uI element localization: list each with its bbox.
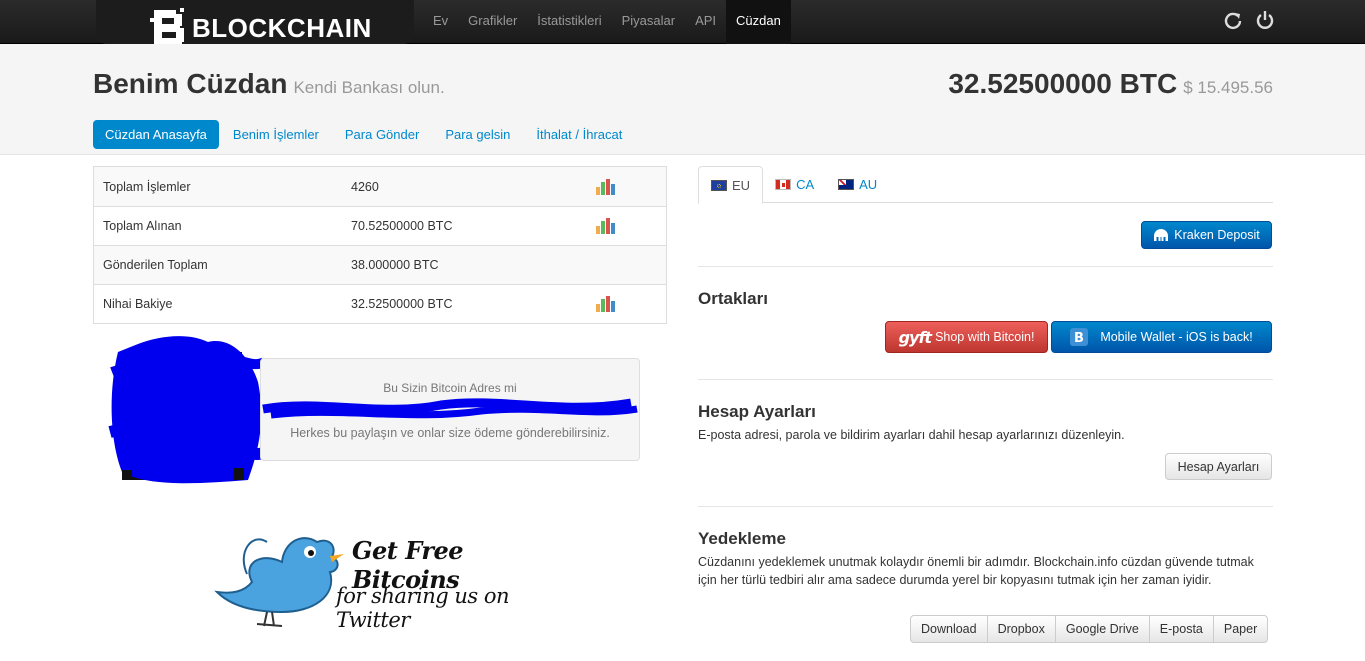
tab-my-transactions[interactable]: Benim İşlemler: [221, 120, 331, 149]
backup-google-drive-button[interactable]: Google Drive: [1054, 615, 1150, 643]
bar-chart-icon[interactable]: [596, 178, 626, 195]
stat-value: 32.52500000 BTC: [351, 297, 453, 311]
region-tabs: EU CA AU: [698, 166, 1273, 204]
stat-label: Gönderilen Toplam: [103, 258, 208, 272]
tab-region-eu[interactable]: EU: [698, 166, 764, 204]
address-title: Bu Sizin Bitcoin Adres mi: [383, 381, 517, 395]
mobile-wallet-label: Mobile Wallet - iOS is back!: [1100, 330, 1253, 344]
blockchain-b-icon: B: [1070, 328, 1089, 346]
gyft-shop-button[interactable]: gyft Shop with Bitcoin!: [885, 321, 1048, 353]
table-row: Toplam Alınan 70.52500000 BTC: [94, 206, 666, 245]
stat-value: 70.52500000 BTC: [351, 219, 453, 233]
power-icon[interactable]: [1255, 10, 1275, 30]
wallet-stats-table: Toplam İşlemler 4260 Toplam Alınan 70.52…: [93, 166, 667, 324]
wallet-header: Benim Cüzdan Kendi Bankası olun. 32.52500…: [0, 44, 1365, 155]
backup-email-button[interactable]: E-posta: [1148, 615, 1214, 643]
bar-chart-icon[interactable]: [596, 218, 626, 234]
address-help-text: Herkes bu paylaşın ve onlar size ödeme g…: [290, 426, 610, 440]
table-row: Toplam İşlemler 4260: [94, 167, 666, 206]
backup-button-group: Download Dropbox Google Drive E-posta Pa…: [910, 615, 1269, 643]
gyft-logo: gyft: [898, 327, 932, 347]
bitcoin-address-box: Bu Sizin Bitcoin Adres mi Herkes bu payl…: [260, 358, 640, 461]
backup-title: Yedekleme: [698, 529, 786, 548]
twitter-bird-icon: [214, 537, 344, 627]
refresh-icon[interactable]: [1223, 10, 1243, 30]
tab-send-money[interactable]: Para Gönder: [333, 120, 431, 149]
backup-dropbox-button[interactable]: Dropbox: [986, 615, 1056, 643]
tab-import-export[interactable]: İthalat / İhracat: [524, 120, 634, 149]
tab-region-au[interactable]: AU: [826, 166, 889, 203]
main-nav: Ev Grafikler İstatistikleri Piyasalar AP…: [423, 0, 791, 44]
divider: [698, 506, 1273, 507]
table-row: Nihai Bakiye 32.52500000 BTC: [94, 284, 666, 323]
backup-text: Cüzdanını yedeklemek unutmak kolaydır ön…: [698, 555, 1254, 587]
stat-label: Toplam İşlemler: [103, 179, 191, 194]
stat-value: 4260: [351, 179, 379, 194]
brand-name: BLOCKCHAIN: [192, 12, 372, 43]
australia-flag-icon: [838, 179, 855, 190]
stat-value: 38.000000 BTC: [351, 258, 439, 272]
backup-download-button[interactable]: Download: [910, 615, 988, 643]
divider: [698, 266, 1273, 267]
page-title-text: Benim Cüzdan: [93, 68, 288, 99]
mobile-wallet-button[interactable]: B Mobile Wallet - iOS is back!: [1051, 321, 1272, 353]
svg-text:B: B: [1074, 331, 1084, 346]
chart-placeholder: [596, 257, 626, 273]
nav-api[interactable]: API: [685, 0, 726, 44]
gyft-shop-label: Shop with Bitcoin!: [935, 330, 1035, 344]
partners-title: Ortakları: [698, 289, 768, 308]
account-settings-text: E-posta adresi, parola ve bildirim ayarl…: [698, 428, 1125, 442]
tab-region-ca[interactable]: CA: [763, 166, 826, 203]
wallet-subnav: Cüzdan Anasayfa Benim İşlemler Para Gönd…: [93, 120, 636, 149]
top-navbar: BLOCKCHAIN Ev Grafikler İstatistikleri P…: [0, 0, 1365, 54]
address-redacted[interactable]: [261, 395, 641, 423]
eu-flag-icon: [711, 179, 727, 191]
region-label: EU: [732, 177, 751, 193]
account-settings-title: Hesap Ayarları: [698, 402, 816, 421]
balance-usd: $ 15.495.56: [1183, 78, 1273, 97]
stat-label: Nihai Bakiye: [103, 297, 173, 311]
blockchain-logo-icon: [150, 8, 186, 48]
twitter-promo-banner[interactable]: Get Free Bitcoins for sharing us on Twit…: [212, 512, 552, 632]
wallet-balance[interactable]: 32.52500000 BTC $ 15.495.56: [948, 68, 1273, 100]
region-label: AU: [859, 177, 878, 192]
promo-subline: for sharing us on Twitter: [336, 584, 510, 632]
kraken-icon: [1153, 229, 1169, 241]
nav-home[interactable]: Ev: [423, 0, 458, 44]
stat-label: Toplam Alınan: [103, 219, 182, 233]
nav-charts[interactable]: Grafikler: [458, 0, 527, 44]
table-row: Gönderilen Toplam 38.000000 BTC: [94, 245, 666, 284]
nav-icons: [1223, 10, 1275, 30]
page-title: Benim Cüzdan Kendi Bankası olun.: [93, 68, 445, 100]
divider: [698, 379, 1273, 380]
backup-paper-button[interactable]: Paper: [1212, 615, 1269, 643]
region-label: CA: [796, 177, 815, 192]
bar-chart-icon[interactable]: [596, 296, 626, 312]
tab-receive-money[interactable]: Para gelsin: [433, 120, 522, 149]
kraken-deposit-button[interactable]: Kraken Deposit: [1141, 221, 1272, 249]
nav-markets[interactable]: Piyasalar: [612, 0, 685, 44]
nav-wallet[interactable]: Cüzdan: [726, 0, 791, 44]
brand-logo[interactable]: BLOCKCHAIN: [150, 8, 372, 48]
tab-wallet-home[interactable]: Cüzdan Anasayfa: [93, 120, 219, 149]
page-subtitle: Kendi Bankası olun.: [293, 78, 445, 97]
account-settings-button[interactable]: Hesap Ayarları: [1165, 453, 1272, 480]
kraken-deposit-label: Kraken Deposit: [1174, 228, 1260, 242]
balance-btc: 32.52500000 BTC: [948, 68, 1178, 99]
qr-code-redacted[interactable]: [108, 332, 269, 488]
canada-flag-icon: [775, 179, 792, 190]
nav-stats[interactable]: İstatistikleri: [527, 0, 611, 44]
